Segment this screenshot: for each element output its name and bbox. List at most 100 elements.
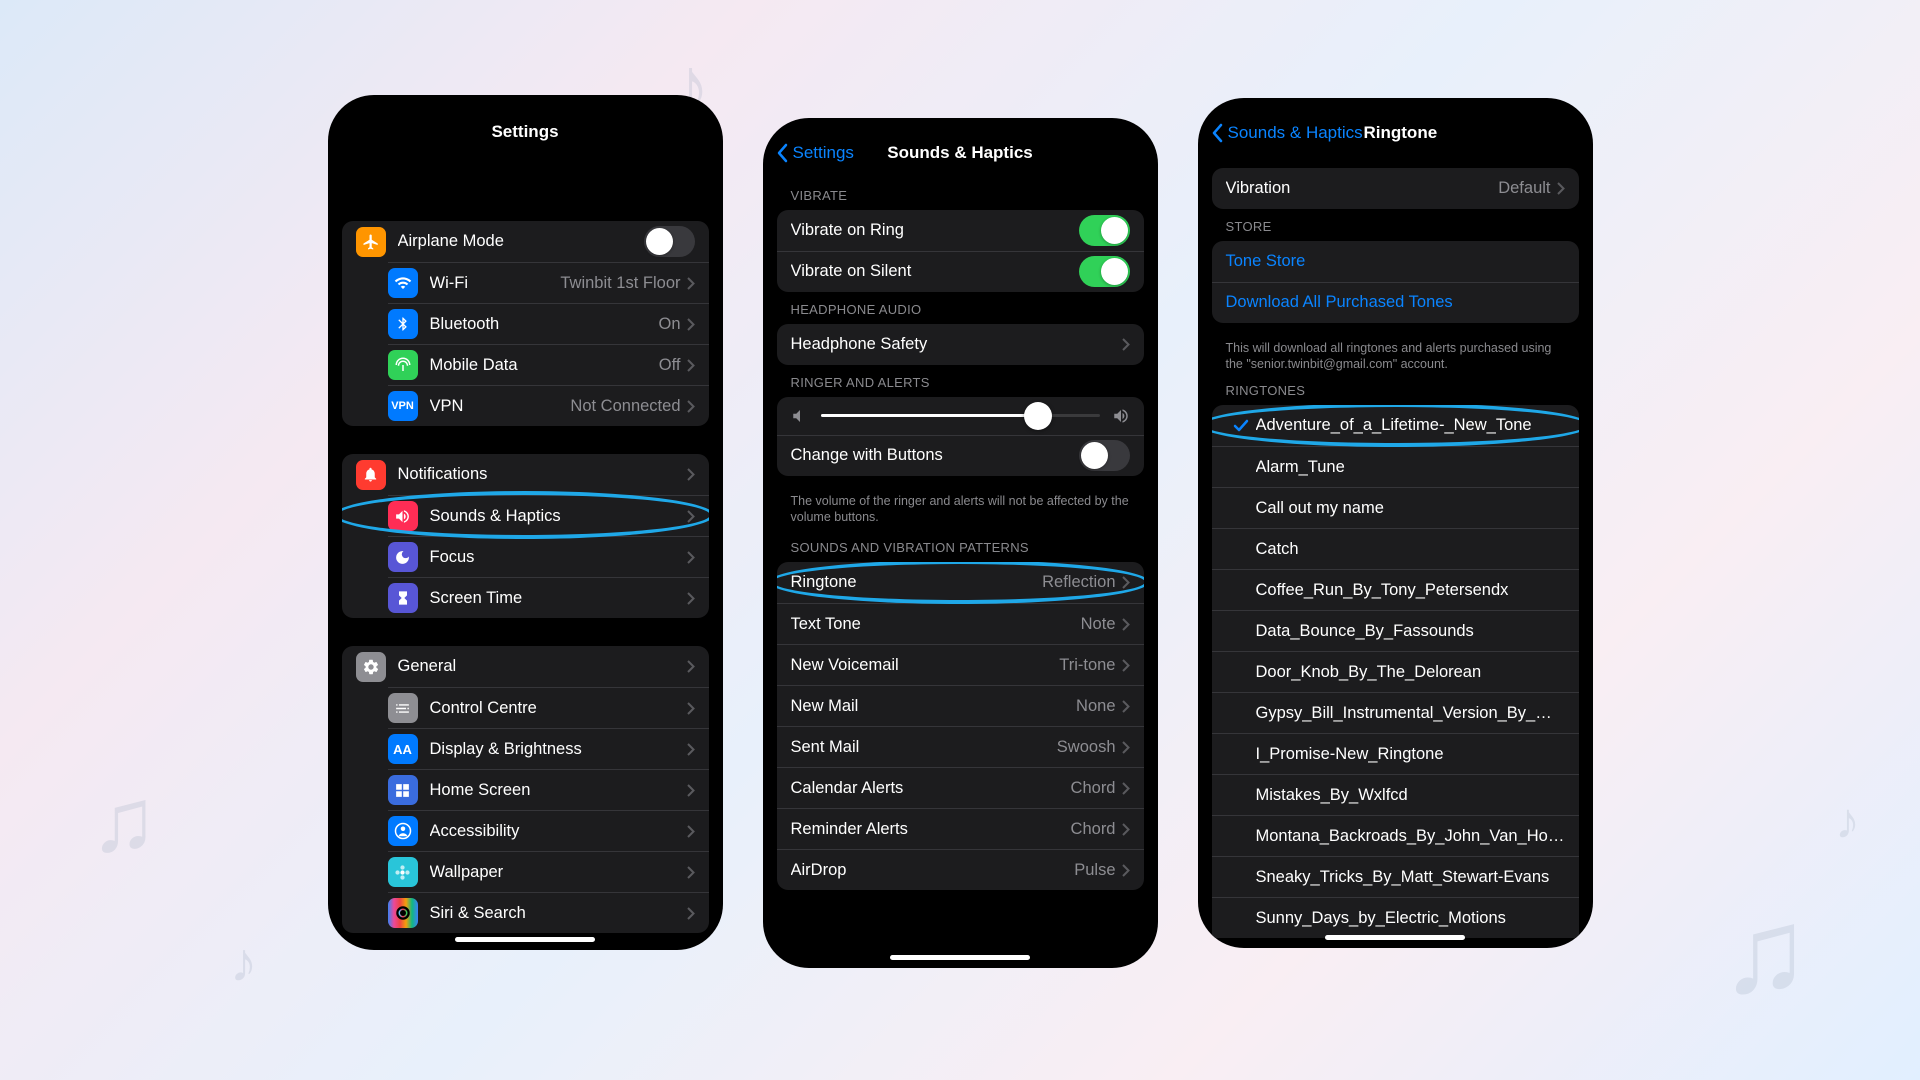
row-vibrate-on-silent[interactable]: Vibrate on Silent [777,251,1144,292]
row-display-brightness[interactable]: AADisplay & Brightness [388,728,709,769]
row-value: On [658,315,680,334]
row-sent-mail[interactable]: Sent MailSwoosh [777,726,1144,767]
chevron-right-icon [687,277,695,290]
toggle[interactable] [1079,256,1130,287]
link-label: Download All Purchased Tones [1226,293,1453,312]
ringtone-item[interactable]: Alarm_Tune [1212,446,1579,487]
ringtone-item[interactable]: Mistakes_By_Wxlfcd [1212,774,1579,815]
row-home-screen[interactable]: Home Screen [388,769,709,810]
volume-slider[interactable] [821,414,1100,418]
row-label: Airplane Mode [398,232,644,251]
chevron-right-icon [1122,864,1130,877]
ringtone-item[interactable]: Montana_Backroads_By_John_Van_Houdt [1212,815,1579,856]
phone-settings: Settings Airplane Mode Wi-FiTwinbit 1st F… [328,95,723,950]
row-mobile-data[interactable]: Mobile DataOff [388,344,709,385]
row-accessibility[interactable]: Accessibility [388,810,709,851]
check-column [1226,418,1256,434]
ringtone-label: Adventure_of_a_Lifetime-_New_Tone [1256,416,1565,435]
row-reminder-alerts[interactable]: Reminder AlertsChord [777,808,1144,849]
row-text-tone[interactable]: Text ToneNote [777,603,1144,644]
row-label: New Voicemail [791,656,1060,675]
row-airdrop[interactable]: AirDropPulse [777,849,1144,890]
row-value: Chord [1071,820,1116,839]
ringtone-item[interactable]: Gypsy_Bill_Instrumental_Version_By_Ofer_… [1212,692,1579,733]
row-wallpaper[interactable]: Wallpaper [388,851,709,892]
group-ringtones: Adventure_of_a_Lifetime-_New_Tone Alarm_T… [1212,405,1579,938]
bluetooth-icon [388,309,418,339]
row-airplane-mode[interactable]: Airplane Mode [342,221,709,262]
back-button[interactable]: Sounds & Haptics [1212,123,1363,143]
row-headphone-safety[interactable]: Headphone Safety [777,324,1144,365]
moon-icon [388,542,418,572]
toggle-change-buttons[interactable] [1079,440,1130,471]
chevron-right-icon [1122,659,1130,672]
row-label: AirDrop [791,861,1075,880]
ringtone-item[interactable]: Coffee_Run_By_Tony_Petersendx [1212,569,1579,610]
chevron-right-icon [687,510,695,523]
link-download-all-purchased-tones[interactable]: Download All Purchased Tones [1212,282,1579,323]
row-bluetooth[interactable]: BluetoothOn [388,303,709,344]
toggle[interactable] [644,226,695,257]
home-indicator[interactable] [890,955,1030,960]
chevron-right-icon [687,743,695,756]
row-label: Vibrate on Silent [791,262,1079,281]
aa-icon: AA [388,734,418,764]
ringtone-item[interactable]: Sunny_Days_by_Electric_Motions [1212,897,1579,938]
section-header-headphone: HEADPHONE AUDIO [777,302,1144,324]
chevron-right-icon [687,318,695,331]
group-patterns: RingtoneReflectionText ToneNoteNew Voice… [777,562,1144,890]
row-wi-fi[interactable]: Wi-FiTwinbit 1st Floor [388,262,709,303]
home-indicator[interactable] [455,937,595,942]
row-new-voicemail[interactable]: New VoicemailTri-tone [777,644,1144,685]
row-ringtone[interactable]: RingtoneReflection [777,562,1144,603]
row-vibrate-on-ring[interactable]: Vibrate on Ring [777,210,1144,251]
speaker-icon [388,501,418,531]
ringtone-item[interactable]: Call out my name [1212,487,1579,528]
chevron-right-icon [687,784,695,797]
back-button[interactable]: Settings [777,143,854,163]
ringtone-item[interactable]: Catch [1212,528,1579,569]
ringtone-item[interactable]: Adventure_of_a_Lifetime-_New_Tone [1212,405,1579,446]
ringtone-label: Data_Bounce_By_Fassounds [1256,622,1565,641]
row-value: Twinbit 1st Floor [560,274,680,293]
airplane-icon [356,227,386,257]
row-label: Headphone Safety [791,335,1122,354]
ringtone-item[interactable]: Data_Bounce_By_Fassounds [1212,610,1579,651]
ringtone-item[interactable]: Sneaky_Tricks_By_Matt_Stewart-Evans [1212,856,1579,897]
row-control-centre[interactable]: Control Centre [388,687,709,728]
chevron-right-icon [687,468,695,481]
ringtone-label: Gypsy_Bill_Instrumental_Version_By_Ofer_… [1256,704,1565,723]
row-notifications[interactable]: Notifications [342,454,709,495]
link-label: Tone Store [1226,252,1306,271]
row-vpn[interactable]: VPNVPNNot Connected [388,385,709,426]
row-calendar-alerts[interactable]: Calendar AlertsChord [777,767,1144,808]
link-tone-store[interactable]: Tone Store [1212,241,1579,282]
ringtone-label: Sneaky_Tricks_By_Matt_Stewart-Evans [1256,868,1565,887]
footer-store: This will download all ringtones and ale… [1212,333,1579,374]
home-indicator[interactable] [1325,935,1465,940]
row-siri-search[interactable]: Siri & Search [388,892,709,933]
page-title: Ringtone [1364,123,1438,143]
row-sounds-haptics[interactable]: Sounds & Haptics [388,495,709,536]
ringtone-item[interactable]: Door_Knob_By_The_Delorean [1212,651,1579,692]
row-label: Control Centre [430,699,687,718]
back-label: Sounds & Haptics [1228,123,1363,143]
group-vibrate: Vibrate on Ring Vibrate on Silent [777,210,1144,292]
row-focus[interactable]: Focus [388,536,709,577]
row-general[interactable]: General [342,646,709,687]
chevron-right-icon [1122,618,1130,631]
row-label: Siri & Search [430,904,687,923]
row-value: Note [1081,615,1116,634]
page-title: Settings [491,122,558,142]
row-new-mail[interactable]: New MailNone [777,685,1144,726]
toggle[interactable] [1079,215,1130,246]
row-screen-time[interactable]: Screen Time [388,577,709,618]
row-label: Change with Buttons [791,446,1079,465]
row-label: Bluetooth [430,315,659,334]
row-label: Home Screen [430,781,687,800]
ringtone-label: Sunny_Days_by_Electric_Motions [1256,909,1565,928]
flower-icon [388,857,418,887]
row-vibration[interactable]: Vibration Default [1212,168,1579,209]
row-value: Off [659,356,681,375]
ringtone-item[interactable]: I_Promise-New_Ringtone [1212,733,1579,774]
